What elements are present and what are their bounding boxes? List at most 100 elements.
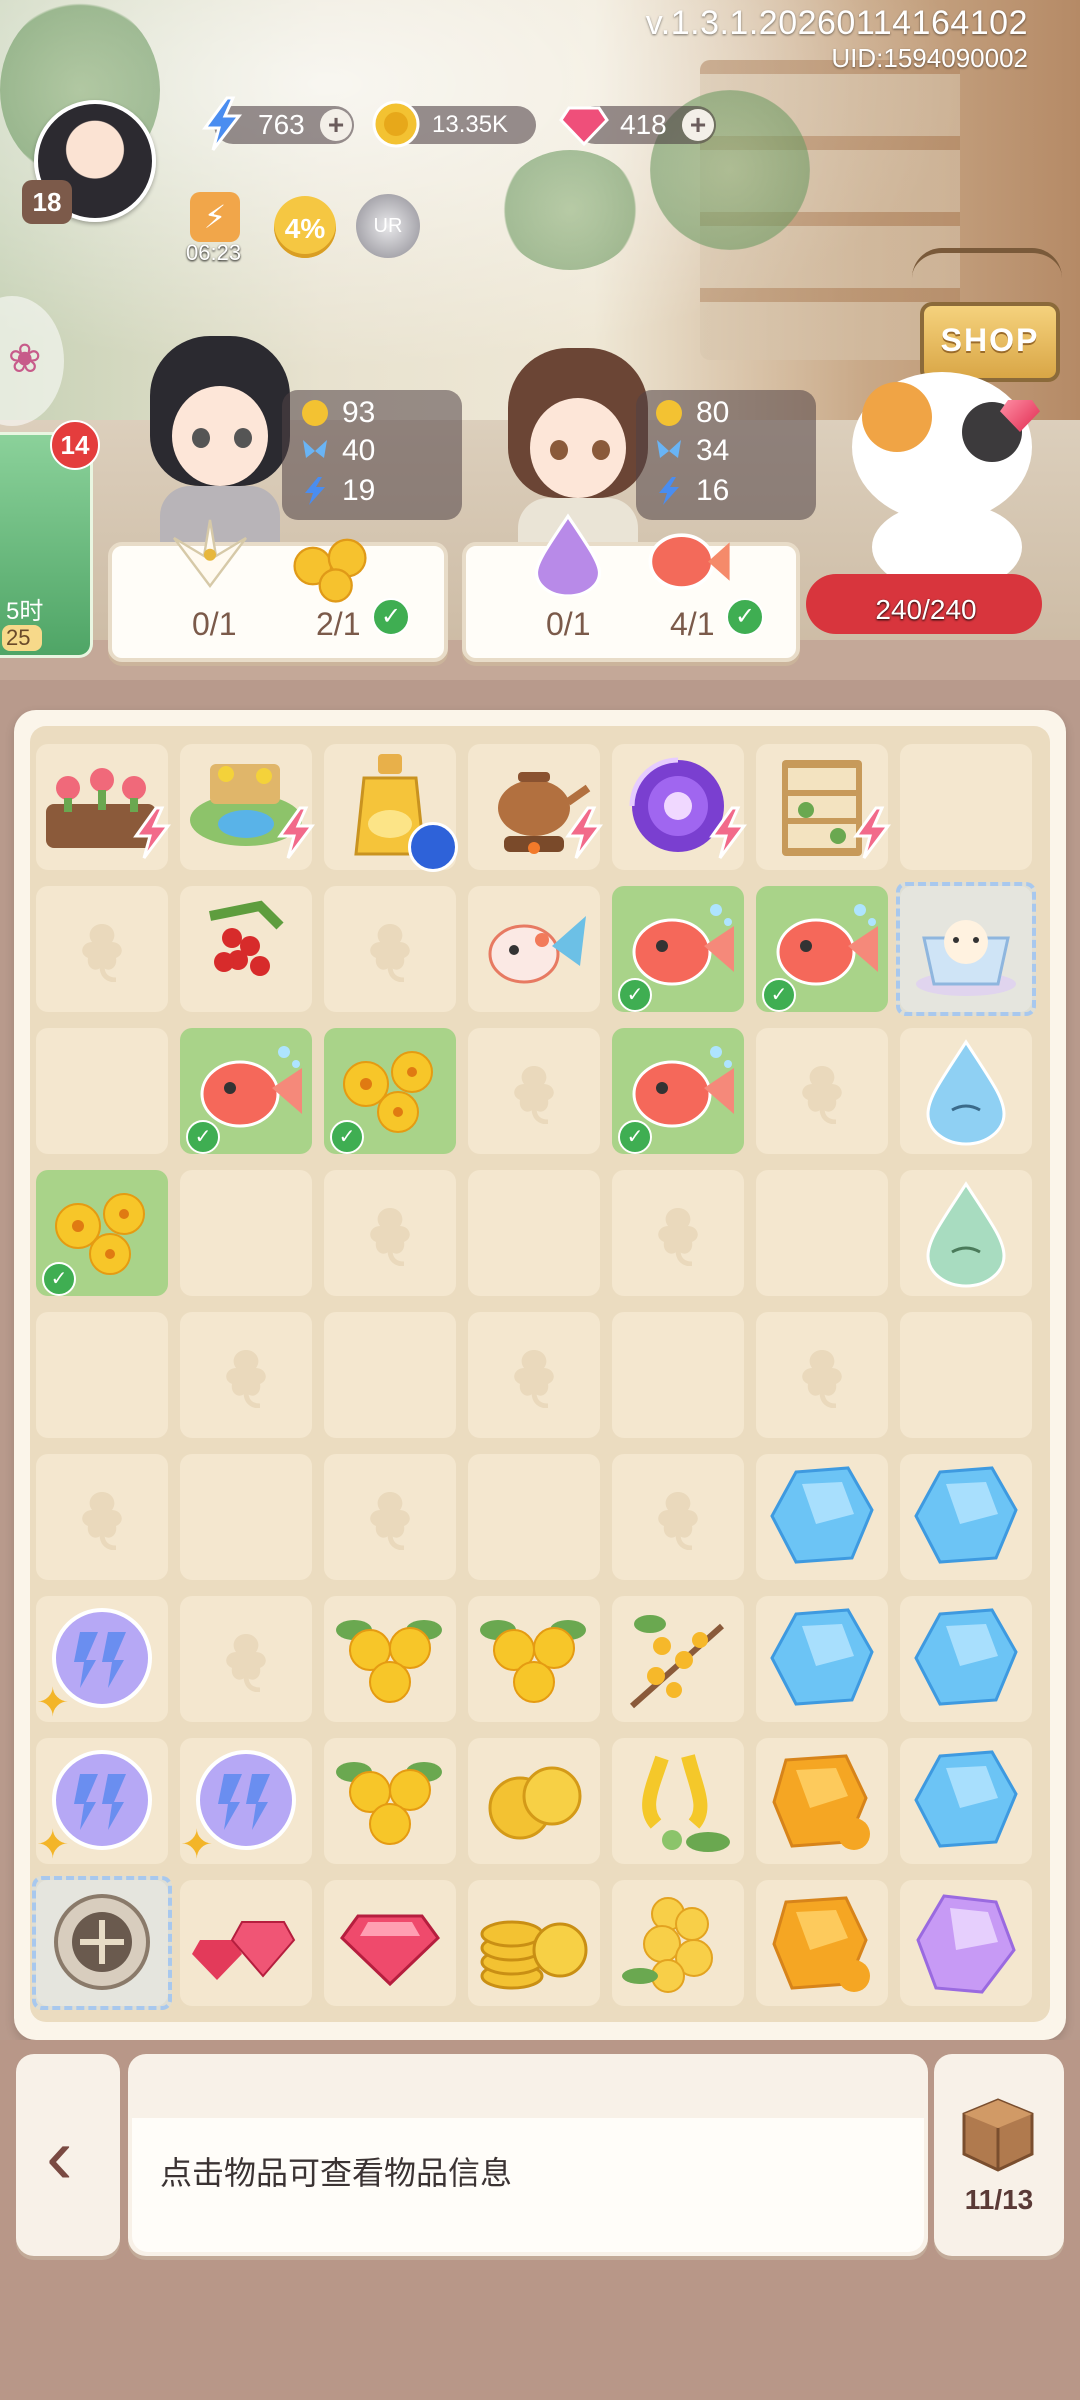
board-cell[interactable] [180, 1312, 312, 1438]
board-cell[interactable] [180, 1880, 312, 2006]
empty-slot-flower-icon [658, 1492, 698, 1550]
customer-2-order-card[interactable]: 0/1 4/1 ✓ [462, 513, 800, 662]
add-energy-button[interactable]: + [320, 109, 352, 141]
board-cell[interactable]: ✦ [180, 1738, 312, 1867]
yellow-flowers-icon [480, 1620, 586, 1703]
board-cell[interactable] [756, 1596, 888, 1722]
board-cell[interactable] [468, 1312, 600, 1438]
gems-pill[interactable]: 418 + [559, 106, 716, 147]
board-cell[interactable] [180, 744, 315, 870]
board-cell[interactable] [324, 1596, 456, 1722]
energy-value: 763 [258, 109, 305, 140]
lily-icon [173, 519, 247, 588]
board-cell[interactable] [900, 744, 1032, 870]
coins-pill[interactable]: 13.35K [372, 100, 536, 148]
board-cell[interactable] [468, 1880, 600, 2006]
board-cell[interactable] [180, 1170, 312, 1296]
board-cell[interactable]: ✦ [36, 1596, 168, 1725]
board-cell[interactable] [900, 1028, 1032, 1154]
board-cell[interactable] [900, 1880, 1032, 2006]
stat-butterflies: 34 [696, 434, 730, 467]
board-cell[interactable] [756, 1880, 888, 2006]
board-cell[interactable] [324, 1880, 456, 2006]
board-cell[interactable] [612, 1880, 744, 2006]
coins-icon [488, 1766, 582, 1840]
back-button[interactable]: ‹ [16, 2054, 120, 2256]
yellow-flowers-icon [336, 1762, 442, 1845]
board-cell[interactable] [612, 744, 747, 870]
board-cell[interactable]: ✓ [180, 1028, 312, 1154]
board-cell[interactable] [900, 1596, 1032, 1722]
board-cell[interactable] [468, 1596, 600, 1722]
shop-sign-button[interactable]: SHOP [920, 302, 1060, 382]
board-cell[interactable]: ✓ [324, 1028, 456, 1154]
board-cell[interactable] [180, 886, 312, 1012]
customer-1-stats: 93 40 19 [282, 390, 462, 520]
empty-slot-flower-icon [82, 1492, 122, 1550]
customer-1-order-card[interactable]: 0/1 2/1 ✓ [108, 519, 448, 662]
board-cell[interactable] [612, 1454, 744, 1580]
order-count: 2/1 [316, 606, 361, 642]
energy-pill[interactable]: 763 + [202, 96, 354, 151]
board-cell[interactable] [900, 1312, 1032, 1438]
board-cell[interactable]: ✓ [36, 1170, 168, 1296]
event-value: 25 [2, 625, 42, 651]
board-cell[interactable] [324, 886, 456, 1012]
ur-buff-icon[interactable]: UR [356, 194, 420, 258]
up-buff-icon[interactable]: 4% [274, 196, 336, 258]
board-cell[interactable] [756, 1454, 888, 1580]
board-cell[interactable] [468, 1170, 600, 1296]
board-cell[interactable]: ✦ [36, 1738, 168, 1867]
empty-slot-flower-icon [370, 924, 410, 982]
board-cell[interactable] [180, 1596, 312, 1722]
player-level-badge: 18 [22, 180, 72, 224]
board-cell[interactable] [612, 1312, 744, 1438]
customer-eye [192, 428, 210, 448]
board-cell[interactable] [612, 1596, 744, 1722]
board-cell[interactable] [468, 1738, 600, 1864]
cat-teacup-icon [916, 920, 1016, 996]
energy-refill-icon[interactable]: ⚡ [190, 192, 240, 242]
board-cell[interactable] [36, 744, 171, 870]
board-cell[interactable] [36, 1028, 168, 1154]
add-gems-button[interactable]: + [682, 109, 714, 141]
board-cell[interactable]: ✓ [612, 1028, 744, 1154]
amber-icon [772, 1754, 870, 1850]
board-cell[interactable] [756, 1170, 888, 1296]
board-cell[interactable] [900, 1738, 1032, 1864]
board-cell[interactable]: ✓ [612, 886, 744, 1012]
board-cell[interactable] [180, 1454, 312, 1580]
board-cell[interactable] [756, 1028, 888, 1154]
check-icon: ✓ [618, 1120, 652, 1154]
board-cell[interactable] [32, 1876, 172, 2010]
board-cell[interactable] [324, 1738, 456, 1864]
inventory-count: 11/13 [964, 2184, 1034, 2215]
board-cell[interactable] [468, 744, 603, 870]
board-cell[interactable] [756, 1738, 888, 1864]
board-cell[interactable]: ✓ [756, 886, 888, 1012]
board-cell[interactable] [468, 886, 600, 1012]
check-icon: ✓ [186, 1120, 220, 1154]
board-cell[interactable] [756, 744, 891, 870]
board-cell[interactable] [900, 1170, 1032, 1296]
shop-capacity: 240/240 [875, 594, 977, 625]
board-cell[interactable] [756, 1312, 888, 1438]
board-cell[interactable] [468, 1028, 600, 1154]
blue-crystal-icon [770, 1466, 874, 1564]
board-cell[interactable] [468, 1454, 600, 1580]
amethyst-icon [916, 1894, 1016, 1994]
water-drop-icon [926, 1039, 1006, 1146]
board-cell[interactable] [612, 1170, 744, 1296]
board-cell[interactable] [324, 1170, 456, 1296]
board-cell[interactable] [324, 1454, 456, 1580]
board-cell[interactable] [612, 1738, 744, 1864]
check-icon: ✓ [618, 978, 652, 1012]
board-cell[interactable] [36, 886, 168, 1012]
board-cell[interactable] [324, 744, 458, 872]
inventory-button[interactable]: 11/13 [934, 2054, 1064, 2256]
board-cell[interactable] [36, 1454, 168, 1580]
board-cell[interactable] [36, 1312, 168, 1438]
board-cell[interactable] [324, 1312, 456, 1438]
board-cell[interactable] [896, 882, 1036, 1016]
board-cell[interactable] [900, 1454, 1032, 1580]
